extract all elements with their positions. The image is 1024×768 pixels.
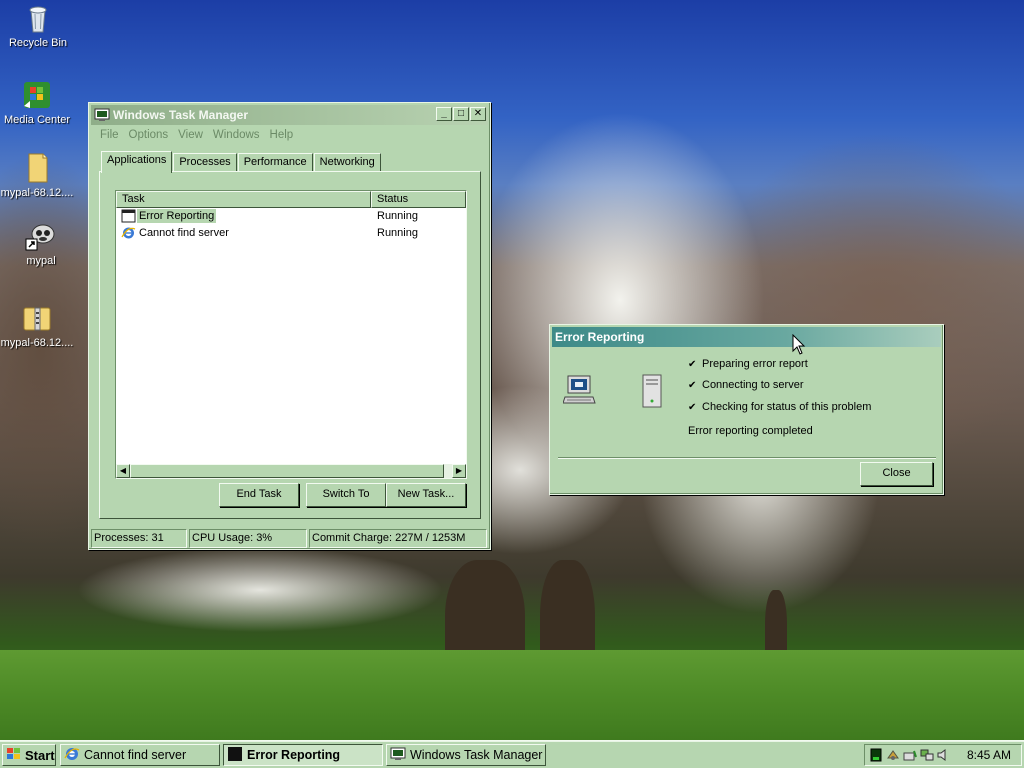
status-bar: Processes: 31 CPU Usage: 3% Commit Charg… (91, 529, 487, 548)
server-icon (640, 373, 664, 412)
taskbar-item-error-reporting[interactable]: Error Reporting (223, 744, 383, 766)
desktop-icon-label: Recycle Bin (8, 37, 68, 49)
desktop-icon-recycle-bin[interactable]: Recycle Bin (0, 2, 76, 49)
task-manager-window[interactable]: Windows Task Manager _ □ ✕ File Options … (88, 102, 491, 550)
window-icon (121, 209, 136, 223)
close-dialog-button[interactable]: Close (860, 462, 933, 486)
status-processes: Processes: 31 (91, 529, 187, 548)
cpu-meter-icon[interactable] (869, 748, 883, 762)
taskbar-item-task-manager[interactable]: Windows Task Manager (386, 744, 546, 766)
task-manager-icon (94, 108, 110, 122)
new-task-button[interactable]: New Task... (386, 483, 466, 507)
mouse-cursor-icon (792, 333, 806, 356)
tab-processes[interactable]: Processes (173, 153, 237, 172)
start-button[interactable]: Start (2, 744, 56, 766)
desktop-icon-label: mypal (26, 255, 56, 267)
check-icon: ✔ (688, 402, 697, 413)
step-connecting: Connecting to server (702, 379, 804, 391)
desktop-icon-label: mypal-68.12.... (0, 187, 74, 199)
task-name: Cannot find server (139, 227, 229, 239)
folder-icon (21, 152, 53, 184)
taskbar-item-cannot-find-server[interactable]: Cannot find server (60, 744, 220, 766)
taskbar-item-label: Cannot find server (84, 748, 187, 762)
desktop-icon-label: Media Center (3, 114, 71, 126)
tab-strip: Applications Processes Performance Netwo… (101, 150, 382, 173)
column-header-status[interactable]: Status (371, 191, 466, 208)
desktop-icon-mypal[interactable]: mypal (3, 220, 79, 267)
task-manager-title: Windows Task Manager (113, 108, 249, 122)
desktop-icon-media-center[interactable]: Media Center (0, 79, 75, 126)
table-row[interactable]: Error Reporting Running (116, 208, 466, 225)
maximize-button[interactable]: □ (453, 107, 469, 121)
check-icon: ✔ (688, 359, 697, 370)
scroll-right-arrow-icon[interactable]: ▶ (452, 464, 466, 478)
step-checking-status: Checking for status of this problem (702, 401, 872, 413)
menu-help[interactable]: Help (265, 127, 299, 143)
table-row[interactable]: Cannot find server Running (116, 225, 466, 242)
minimize-button[interactable]: _ (436, 107, 452, 121)
task-list[interactable]: Task Status Error Reporting Running Cann… (115, 190, 467, 479)
menu-options[interactable]: Options (124, 127, 174, 143)
mypal-shortcut-icon (25, 220, 57, 252)
applications-panel: Task Status Error Reporting Running Cann… (99, 171, 481, 519)
taskbar-item-label: Windows Task Manager (410, 748, 543, 762)
menu-file[interactable]: File (95, 127, 124, 143)
safely-remove-icon[interactable] (903, 748, 917, 762)
error-reporting-window[interactable]: Error Reporting ✔ Preparing error report… (549, 324, 944, 495)
tab-networking[interactable]: Networking (313, 153, 381, 172)
completed-message: Error reporting completed (688, 425, 813, 437)
status-commit-charge: Commit Charge: 227M / 1253M (309, 529, 487, 548)
tab-performance[interactable]: Performance (237, 153, 313, 172)
menu-view[interactable]: View (173, 127, 208, 143)
desktop-icon-mypal-folder[interactable]: mypal-68.12.... (0, 152, 75, 199)
windows-logo-icon (6, 747, 22, 764)
tab-applications[interactable]: Applications (101, 151, 173, 173)
meadow (0, 650, 1024, 740)
start-label: Start (25, 747, 55, 763)
task-status: Running (377, 227, 418, 239)
computer-icon (562, 373, 597, 410)
task-manager-icon (390, 746, 406, 765)
step-preparing: Preparing error report (702, 358, 808, 370)
task-status: Running (377, 210, 418, 222)
scroll-left-arrow-icon[interactable]: ◀ (116, 464, 130, 478)
error-reporting-titlebar[interactable]: Error Reporting (552, 327, 941, 347)
error-reporting-title: Error Reporting (555, 330, 645, 344)
system-tray: 8:45 AM (864, 744, 1022, 766)
hardware-icon[interactable] (886, 748, 900, 762)
switch-to-button[interactable]: Switch To (306, 483, 386, 507)
volume-icon[interactable] (937, 748, 951, 762)
task-name: Error Reporting (137, 209, 217, 223)
zip-folder-icon (21, 302, 53, 334)
divider (558, 457, 936, 459)
media-center-icon (21, 79, 53, 111)
scrollbar-thumb[interactable] (130, 464, 444, 478)
status-cpu-usage: CPU Usage: 3% (189, 529, 307, 548)
horizontal-scrollbar[interactable]: ◀ ▶ (116, 464, 466, 478)
menu-bar: File Options View Windows Help (95, 127, 298, 143)
network-icon[interactable] (920, 748, 934, 762)
menu-windows[interactable]: Windows (208, 127, 265, 143)
check-icon: ✔ (688, 380, 697, 391)
clock[interactable]: 8:45 AM (967, 748, 1011, 762)
desktop-icon-mypal-zip[interactable]: mypal-68.12.... (0, 302, 75, 349)
task-manager-titlebar[interactable]: Windows Task Manager _ □ ✕ (91, 105, 488, 125)
internet-explorer-icon (64, 746, 80, 765)
taskbar: Start Cannot find server Error Reporting… (0, 740, 1024, 768)
internet-explorer-icon (121, 226, 136, 240)
column-header-task[interactable]: Task (116, 191, 371, 208)
end-task-button[interactable]: End Task (219, 483, 299, 507)
recycle-bin-icon (22, 2, 54, 34)
desktop-icon-label: mypal-68.12.... (0, 337, 74, 349)
taskbar-item-label: Error Reporting (247, 748, 341, 762)
window-icon (227, 746, 243, 765)
close-button[interactable]: ✕ (470, 107, 486, 121)
